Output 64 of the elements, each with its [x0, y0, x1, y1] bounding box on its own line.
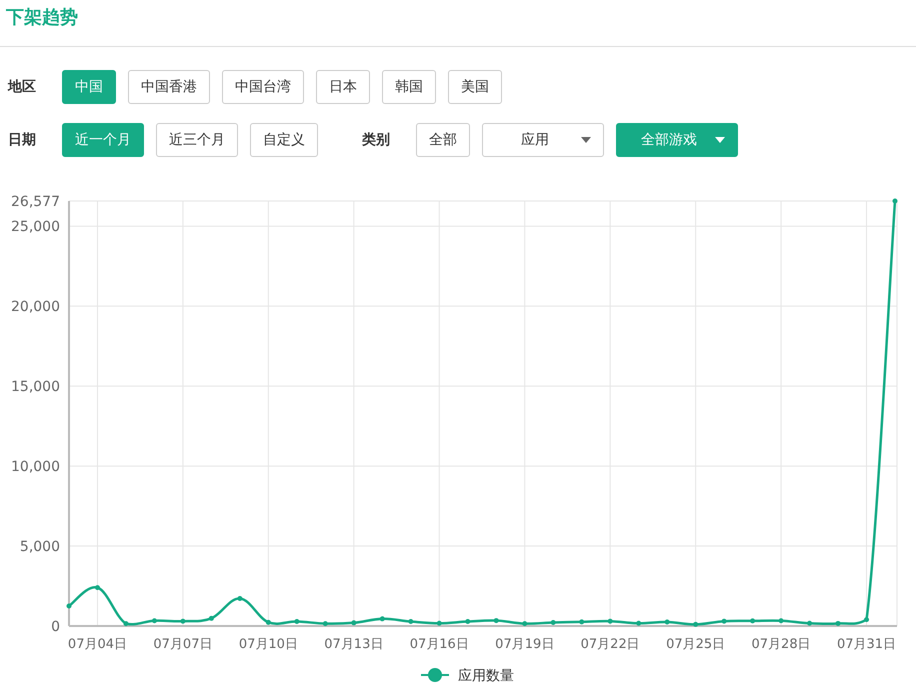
data-point: [94, 585, 100, 590]
data-point: [693, 622, 698, 627]
legend-label[interactable]: 应用数量: [458, 668, 514, 684]
filter-dropdown[interactable]: 应用: [482, 123, 604, 157]
data-point: [807, 620, 812, 626]
page-title: 下架趋势: [0, 0, 916, 47]
y-axis-label: 26,577: [11, 194, 60, 210]
data-point: [436, 620, 442, 626]
data-point: [237, 596, 242, 601]
x-axis-label: 07月16日: [410, 637, 469, 652]
filter-button[interactable]: 韩国: [382, 70, 436, 104]
y-axis-label: 10,000: [11, 459, 60, 476]
x-axis-label: 07月22日: [580, 637, 640, 652]
data-point: [266, 620, 271, 625]
data-point: [494, 618, 499, 624]
data-point: [152, 618, 157, 624]
data-point: [380, 616, 385, 622]
filter-button[interactable]: 中国台湾: [222, 70, 304, 104]
data-point: [608, 618, 613, 624]
caret-icon: [581, 137, 591, 143]
x-axis-label: 07月10日: [238, 637, 298, 652]
data-point: [66, 604, 72, 608]
data-point: [408, 619, 414, 624]
y-axis-label: 15,000: [11, 379, 60, 396]
legend-marker-icon: [421, 668, 449, 682]
filter-label: 地区: [8, 78, 37, 96]
data-point: [322, 621, 328, 626]
data-point: [550, 620, 556, 625]
caret-icon: [715, 137, 725, 143]
data-point: [294, 619, 300, 624]
data-point: [208, 616, 214, 621]
x-axis-label: 07月31日: [836, 637, 896, 652]
data-point: [351, 620, 356, 626]
filter-button[interactable]: 自定义: [250, 123, 318, 157]
x-axis-label: 07月04日: [68, 637, 128, 652]
data-point: [778, 618, 784, 624]
filter-button[interactable]: 近三个月: [156, 123, 238, 157]
y-axis-label: 20,000: [11, 299, 60, 316]
data-point: [636, 620, 642, 626]
y-axis-label: 25,000: [11, 219, 60, 236]
data-point: [123, 621, 128, 626]
data-point: [579, 619, 584, 624]
x-axis-label: 07月07日: [153, 637, 212, 652]
data-point: [750, 618, 756, 624]
y-axis-label: 5,000: [20, 539, 60, 556]
x-axis-label: 07月25日: [666, 637, 726, 652]
filter-button[interactable]: 日本: [316, 70, 370, 104]
filter-button[interactable]: 中国香港: [128, 70, 210, 104]
x-axis-label: 07月28日: [752, 637, 811, 652]
filter-button[interactable]: 全部: [416, 123, 470, 157]
data-point: [180, 618, 186, 624]
data-point: [465, 619, 470, 624]
data-point: [522, 621, 528, 626]
x-axis-label: 07月13日: [324, 637, 384, 652]
data-point: [836, 620, 841, 626]
filter-label: 日期: [8, 130, 37, 150]
x-axis-label: 07月19日: [495, 637, 554, 652]
filter-button[interactable]: 美国: [448, 70, 502, 104]
y-axis-label: 0: [51, 619, 60, 635]
data-point: [722, 618, 727, 624]
filter-label: 类别: [362, 130, 391, 150]
data-point: [864, 617, 870, 622]
data-point: [664, 620, 670, 624]
data-point: [892, 198, 898, 204]
